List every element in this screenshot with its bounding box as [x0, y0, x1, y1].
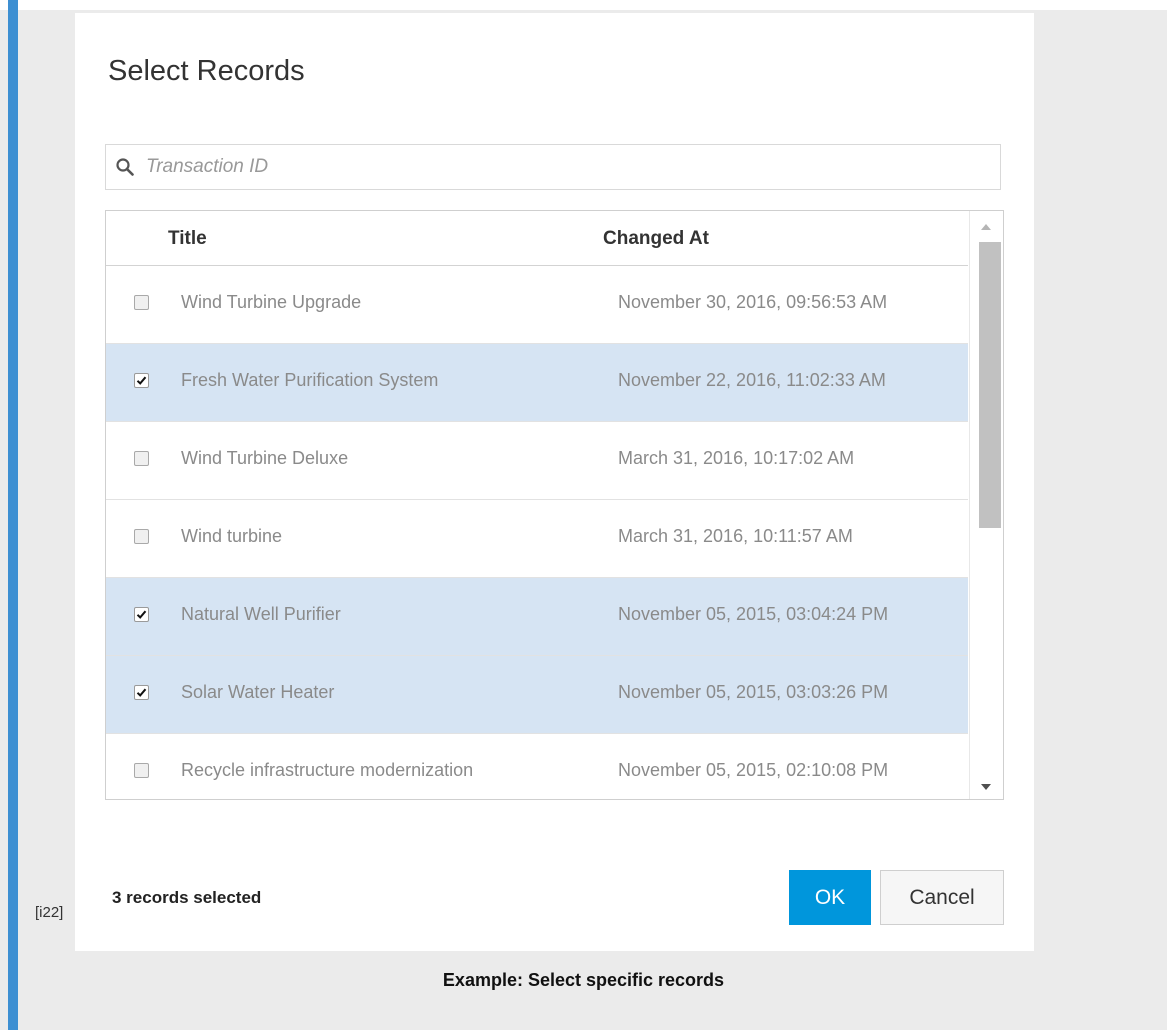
cell-changed-at: November 22, 2016, 11:02:33 AM [618, 370, 886, 390]
cell-changed-at: March 31, 2016, 10:11:57 AM [618, 526, 853, 546]
cell-title: Wind Turbine Deluxe [181, 448, 349, 468]
row-checkbox[interactable] [134, 451, 149, 466]
vertical-scrollbar[interactable] [969, 211, 1003, 799]
cell-changed-at: November 30, 2016, 09:56:53 AM [618, 292, 888, 312]
selected-count-label: 3 records selected [112, 888, 262, 907]
chevron-down-icon[interactable] [981, 784, 991, 790]
table-row[interactable]: Recycle infrastructure modernization Nove… [106, 734, 968, 799]
row-checkbox[interactable] [134, 763, 149, 778]
row-checkbox[interactable] [134, 295, 149, 310]
figure-caption: Example: Select specific records [442, 970, 725, 990]
records-table: Title Changed At Wind Turbine Upgrade Nov… [105, 210, 1004, 800]
column-header-changed-at[interactable]: Changed At [603, 228, 709, 250]
dialog-title: Select Records [108, 55, 305, 87]
image-reference-tag: [i22] [35, 904, 64, 921]
top-strip [0, 0, 1167, 10]
table-row[interactable]: Solar Water Heater November 05, 2015, 03:… [106, 656, 968, 734]
cell-changed-at: November 05, 2015, 02:10:08 PM [618, 760, 889, 780]
table-row[interactable]: Natural Well Purifier November 05, 2015, … [106, 578, 968, 656]
scrollbar-thumb[interactable] [979, 242, 1001, 528]
cancel-button[interactable]: Cancel [880, 870, 1004, 925]
chevron-up-icon[interactable] [981, 224, 991, 230]
cell-changed-at: March 31, 2016, 10:17:02 AM [618, 448, 855, 468]
table-row[interactable]: Wind Turbine Deluxe March 31, 2016, 10:17… [106, 422, 968, 500]
search-input[interactable] [146, 153, 966, 181]
search-icon [116, 158, 134, 176]
table-row[interactable]: Wind Turbine Upgrade November 30, 2016, 0… [106, 266, 968, 344]
search-box[interactable] [105, 144, 1001, 190]
cell-title: Wind Turbine Upgrade [181, 292, 362, 312]
ok-button[interactable]: OK [789, 870, 871, 925]
table-row[interactable]: Fresh Water Purification System November … [106, 344, 968, 422]
checkmark-icon [136, 376, 147, 385]
cell-title: Solar Water Heater [181, 682, 335, 702]
cell-title: Recycle infrastructure modernization [181, 760, 474, 780]
accent-bar [8, 0, 18, 1030]
row-checkbox[interactable] [134, 685, 149, 700]
column-header-title[interactable]: Title [168, 228, 207, 250]
row-checkbox[interactable] [134, 373, 149, 388]
cell-title: Natural Well Purifier [181, 604, 341, 624]
select-records-dialog: Select Records Title Changed At Wind Tur… [75, 13, 1034, 951]
cell-title: Wind turbine [181, 526, 283, 546]
cell-title: Fresh Water Purification System [181, 370, 439, 390]
table-row[interactable]: Wind turbine March 31, 2016, 10:11:57 AM [106, 500, 968, 578]
cell-changed-at: November 05, 2015, 03:04:24 PM [618, 604, 889, 624]
table-header: Title Changed At [106, 211, 968, 266]
checkmark-icon [136, 688, 147, 697]
table-body: Wind Turbine Upgrade November 30, 2016, 0… [106, 266, 968, 799]
row-checkbox[interactable] [134, 529, 149, 544]
row-checkbox[interactable] [134, 607, 149, 622]
cell-changed-at: November 05, 2015, 03:03:26 PM [618, 682, 889, 702]
checkmark-icon [136, 610, 147, 619]
